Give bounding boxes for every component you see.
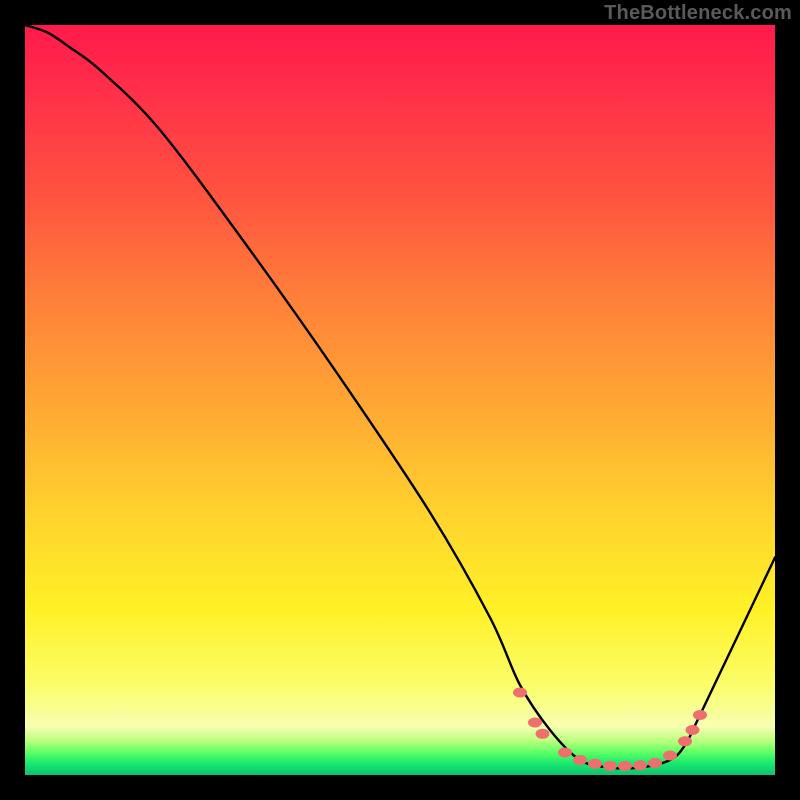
watermark-text: TheBottleneck.com	[604, 2, 792, 25]
marker-dot	[648, 758, 662, 768]
chart-frame: TheBottleneck.com	[0, 0, 800, 800]
marker-dot	[663, 751, 677, 761]
marker-dot	[678, 736, 692, 746]
bottleneck-curve	[25, 25, 775, 768]
marker-dot	[528, 718, 542, 728]
marker-dot	[573, 755, 587, 765]
marker-dot	[686, 725, 700, 735]
marker-dot	[633, 760, 647, 770]
marker-dot	[588, 759, 602, 769]
curve-layer	[25, 25, 775, 775]
marker-dot	[618, 761, 632, 771]
marker-dot	[693, 710, 707, 720]
plot-area	[25, 25, 775, 775]
marker-dot	[513, 688, 527, 698]
optimal-range-dots	[513, 688, 707, 772]
marker-dot	[558, 748, 572, 758]
marker-dot	[536, 729, 550, 739]
marker-dot	[603, 761, 617, 771]
